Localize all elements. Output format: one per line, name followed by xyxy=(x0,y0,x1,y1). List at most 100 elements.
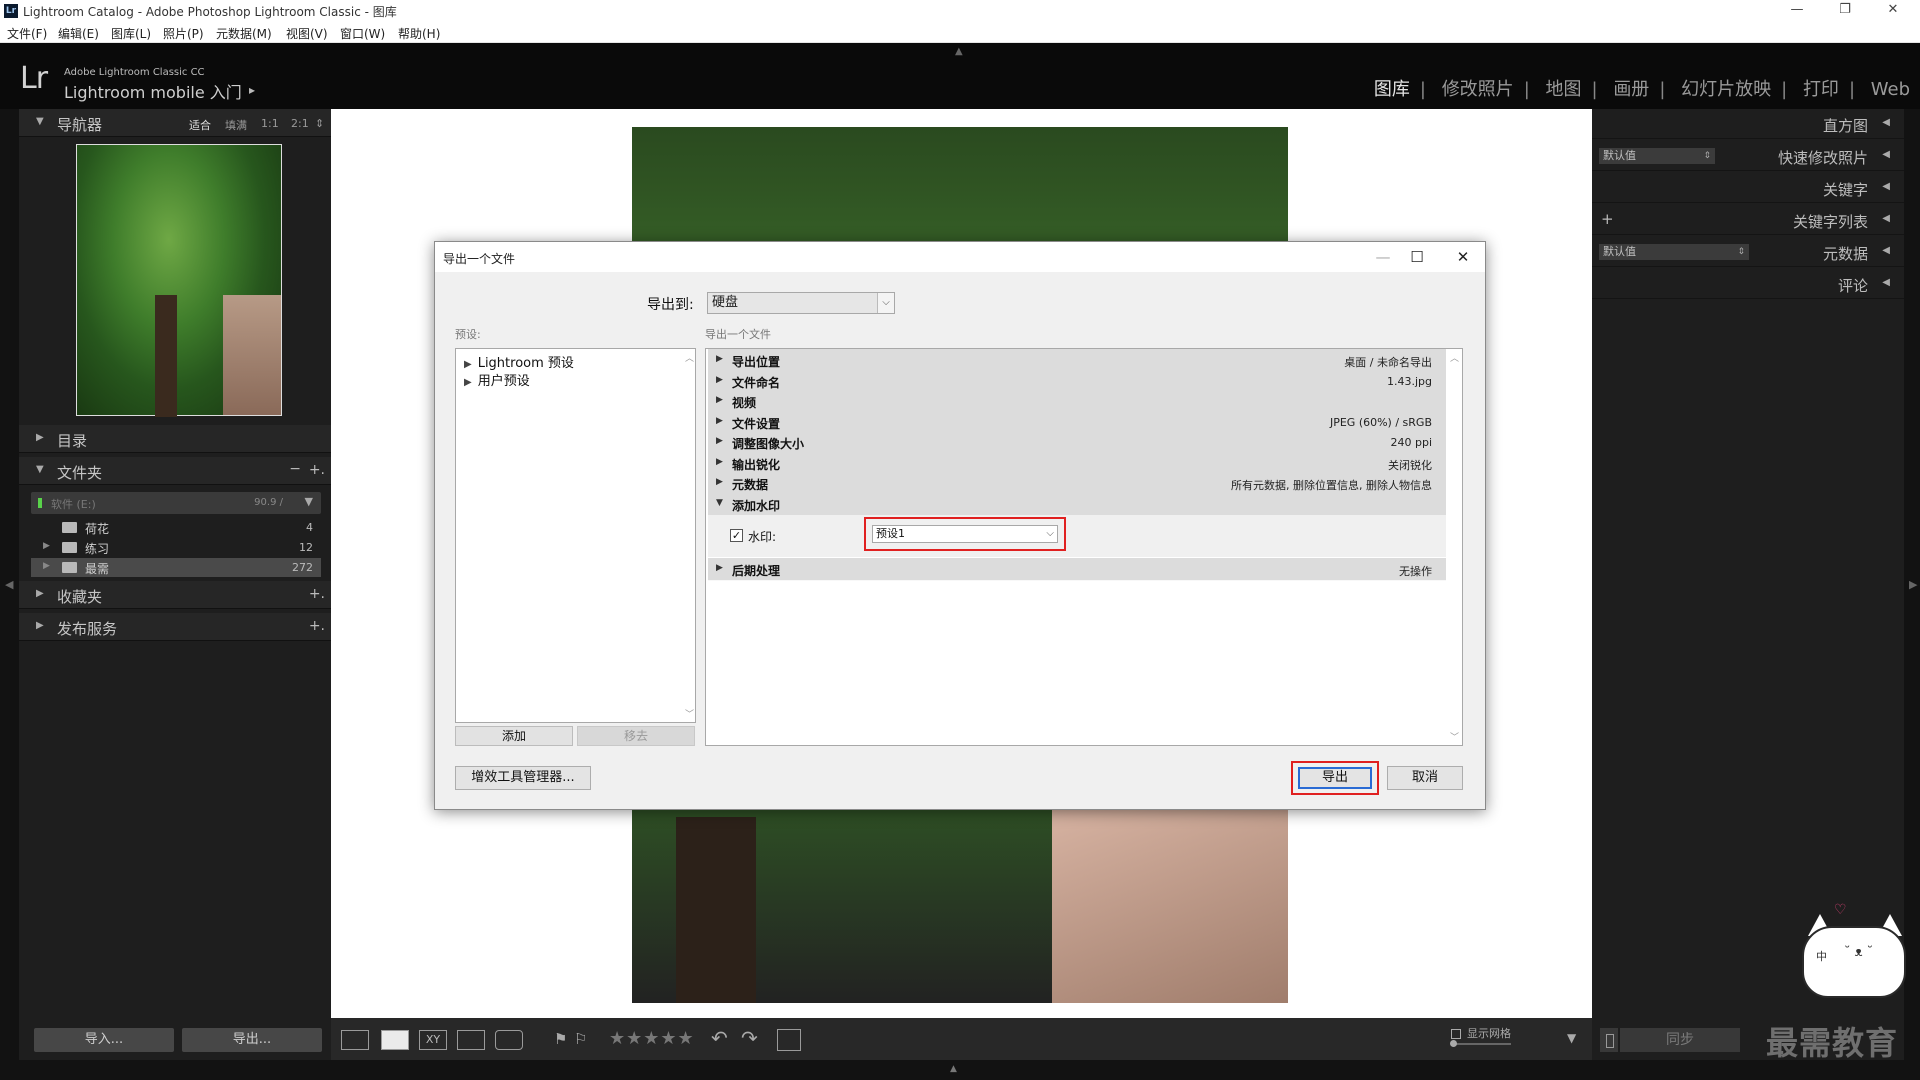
quick-develop-header[interactable]: 默认值 ⇕ 快速修改照片 ◀ xyxy=(1592,141,1904,171)
collections-header[interactable]: ▶ 收藏夹 +. xyxy=(19,581,331,609)
module-web[interactable]: Web xyxy=(1871,79,1910,100)
module-map[interactable]: 地图 xyxy=(1546,79,1582,100)
collapse-triangle-icon[interactable]: ◀ xyxy=(1882,149,1890,160)
auto-sync-toggle[interactable] xyxy=(1600,1028,1618,1052)
nav-1to1[interactable]: 1:1 xyxy=(261,117,279,130)
watermark-preset-select[interactable]: 预设1 ⌵ xyxy=(872,525,1058,543)
menu-library[interactable]: 图库(L) xyxy=(111,25,151,42)
minimize-button[interactable]: — xyxy=(1774,0,1820,22)
menu-view[interactable]: 视图(V) xyxy=(286,25,328,42)
comments-header[interactable]: 评论 ◀ xyxy=(1592,269,1904,299)
plugin-manager-button[interactable]: 增效工具管理器... xyxy=(455,766,591,790)
section-watermarking[interactable]: ▼ 添加水印 xyxy=(708,492,1446,516)
metadata-header[interactable]: 默认值 ⇕ 元数据 ◀ xyxy=(1592,237,1904,267)
nav-2to1[interactable]: 2:1 xyxy=(291,117,309,130)
metadata-preset-select[interactable]: 默认值 ⇕ xyxy=(1599,244,1749,260)
section-post-processing[interactable]: ▶ 后期处理 无操作 xyxy=(708,558,1446,581)
expand-triangle-icon[interactable]: ▶ xyxy=(43,541,50,551)
flag-pick-icon[interactable]: ⚑ xyxy=(554,1030,567,1048)
publish-services-header[interactable]: ▶ 发布服务 +. xyxy=(19,613,331,641)
nav-zoom-spin-icon[interactable]: ⇕ xyxy=(315,117,324,130)
people-view-icon[interactable] xyxy=(495,1030,523,1050)
menu-edit[interactable]: 编辑(E) xyxy=(58,25,99,42)
module-slideshow[interactable]: 幻灯片放映 xyxy=(1681,79,1771,100)
nav-fill[interactable]: 填满 xyxy=(225,117,247,133)
expand-triangle-icon[interactable]: ▶ xyxy=(464,377,472,388)
folder-item-zuixu[interactable]: ▶ 最需 272 xyxy=(31,558,321,577)
module-book[interactable]: 画册 xyxy=(1613,79,1649,100)
show-grid-checkbox[interactable] xyxy=(1451,1029,1461,1039)
filmstrip-toggle-icon[interactable]: ▲ xyxy=(950,1064,957,1074)
scroll-down-icon[interactable]: ﹀ xyxy=(684,707,695,720)
crop-overlay-icon[interactable] xyxy=(777,1029,801,1051)
rotate-left-icon[interactable]: ↶ xyxy=(711,1026,728,1050)
remove-folder-icon[interactable]: − xyxy=(289,461,301,477)
menu-window[interactable]: 窗口(W) xyxy=(340,25,385,42)
scroll-up-icon[interactable]: ︿ xyxy=(1449,351,1460,364)
dialog-close-button[interactable]: ✕ xyxy=(1443,244,1483,270)
navigator-header[interactable]: ▼ 导航器 适合 填满 1:1 2:1 ⇕ xyxy=(19,109,331,137)
collapse-triangle-icon[interactable]: ◀ xyxy=(1882,213,1890,224)
play-arrow-icon[interactable]: ▸ xyxy=(249,83,255,97)
dialog-export-button[interactable]: 导出 xyxy=(1298,767,1372,789)
volume-bar[interactable]: 软件 (E:) 90.9 / ▼ xyxy=(31,492,321,514)
import-button[interactable]: 导入... xyxy=(34,1028,174,1052)
menu-photo[interactable]: 照片(P) xyxy=(163,25,204,42)
sections-scrollbar[interactable]: ︿ ﹀ xyxy=(1449,349,1460,745)
flag-reject-icon[interactable]: ⚐ xyxy=(574,1030,587,1048)
collapse-triangle-icon[interactable]: ◀ xyxy=(1882,277,1890,288)
module-print[interactable]: 打印 xyxy=(1803,79,1839,100)
nav-fit[interactable]: 适合 xyxy=(189,117,211,133)
grid-size-slider[interactable] xyxy=(1450,1040,1511,1047)
right-panel-toggle-icon[interactable]: ▶ xyxy=(1909,578,1917,591)
module-library[interactable]: 图库 xyxy=(1374,79,1410,100)
close-window-button[interactable]: ✕ xyxy=(1870,0,1916,22)
left-panel-toggle-icon[interactable]: ◀ xyxy=(5,578,13,591)
preset-group-user[interactable]: ▶ 用户预设 xyxy=(464,370,530,389)
loupe-view-icon[interactable] xyxy=(381,1030,409,1050)
sync-button[interactable]: 同步 xyxy=(1620,1028,1740,1052)
add-folder-icon[interactable]: +. xyxy=(309,462,325,478)
keyword-list-header[interactable]: + 关键字列表 ◀ xyxy=(1592,205,1904,235)
menu-file[interactable]: 文件(F) xyxy=(7,25,47,42)
dialog-maximize-button[interactable]: ☐ xyxy=(1397,244,1437,270)
catalog-header[interactable]: ▶ 目录 xyxy=(19,425,331,453)
show-grid-control[interactable]: 显示网格 xyxy=(1450,1025,1511,1047)
scroll-down-icon[interactable]: ﹀ xyxy=(1449,730,1460,743)
folder-item-lotus[interactable]: 荷花 4 xyxy=(31,518,321,537)
add-preset-button[interactable]: 添加 xyxy=(455,726,573,746)
toolbar-options-dropdown-icon[interactable]: ▼ xyxy=(1567,1031,1576,1045)
grid-view-icon[interactable] xyxy=(341,1030,369,1050)
volume-dropdown-icon[interactable]: ▼ xyxy=(305,495,313,508)
navigator-preview[interactable] xyxy=(76,144,282,417)
folder-item-practice[interactable]: ▶ 练习 12 xyxy=(31,538,321,557)
preset-list-scrollbar[interactable]: ︿ ﹀ xyxy=(684,349,695,722)
keywording-header[interactable]: 关键字 ◀ xyxy=(1592,173,1904,203)
rotate-right-icon[interactable]: ↷ xyxy=(741,1026,758,1050)
add-collection-icon[interactable]: +. xyxy=(309,586,325,602)
collapse-triangle-icon[interactable]: ◀ xyxy=(1882,245,1890,256)
expand-triangle-icon[interactable]: ▶ xyxy=(464,359,472,370)
remove-preset-button[interactable]: 移去 xyxy=(577,726,695,746)
scroll-up-icon[interactable]: ︿ xyxy=(684,351,695,364)
restore-button[interactable]: ❐ xyxy=(1822,0,1868,22)
module-develop[interactable]: 修改照片 xyxy=(1442,79,1514,100)
mobile-getting-started[interactable]: Lightroom mobile 入门 xyxy=(64,79,242,103)
folders-header[interactable]: ▼ 文件夹 − +. xyxy=(19,457,331,485)
histogram-header[interactable]: 直方图 ◀ xyxy=(1592,109,1904,139)
preset-group-lightroom[interactable]: ▶ Lightroom 预设 xyxy=(464,352,574,371)
preset-list[interactable]: ▶ Lightroom 预设 ▶ 用户预设 ︿ ﹀ xyxy=(455,348,696,723)
dialog-cancel-button[interactable]: 取消 xyxy=(1387,766,1463,790)
compare-view-icon[interactable]: XY xyxy=(419,1030,447,1050)
collapse-top-panel-icon[interactable]: ▲ xyxy=(955,46,963,57)
expand-triangle-icon[interactable]: ▶ xyxy=(43,561,50,571)
watermark-checkbox[interactable]: ✓ xyxy=(730,529,743,542)
export-button[interactable]: 导出... xyxy=(182,1028,322,1052)
survey-view-icon[interactable] xyxy=(457,1030,485,1050)
add-publish-service-icon[interactable]: +. xyxy=(309,618,325,634)
menu-help[interactable]: 帮助(H) xyxy=(398,25,440,42)
star-rating[interactable]: ★★★★★ xyxy=(609,1028,695,1049)
menu-metadata[interactable]: 元数据(M) xyxy=(216,25,272,42)
collapse-triangle-icon[interactable]: ◀ xyxy=(1882,117,1890,128)
export-to-select[interactable]: 硬盘 ⌵ xyxy=(707,292,895,314)
